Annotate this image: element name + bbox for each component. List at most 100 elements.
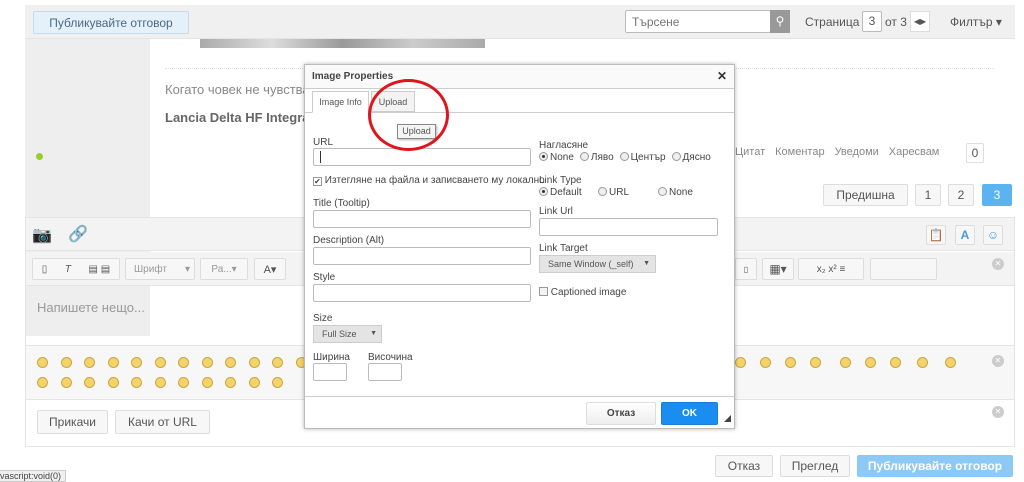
comment-link[interactable]: Коментар	[775, 146, 824, 158]
emoji-icon[interactable]	[248, 377, 260, 388]
toolbar-blank[interactable]	[870, 258, 937, 280]
emoji-icon[interactable]	[735, 357, 746, 368]
close-toolbar-icon[interactable]: ✕	[992, 258, 1004, 270]
post-reply-button[interactable]: Публикувайте отговор	[33, 11, 189, 34]
emoji-icon[interactable]	[272, 357, 283, 368]
align-left-radio[interactable]: Ляво	[579, 152, 614, 163]
emoji-icon[interactable]	[84, 357, 95, 368]
emoji-icon[interactable]	[917, 357, 928, 368]
emoji-icon[interactable]	[154, 357, 166, 368]
title-input[interactable]	[313, 210, 531, 228]
emoji-icon[interactable]	[272, 377, 283, 388]
search-input[interactable]	[625, 10, 771, 33]
camera-icon[interactable]: 📷	[32, 225, 52, 245]
url-label: URL	[313, 137, 334, 148]
close-icon[interactable]: ✕	[717, 69, 727, 83]
link-url-input[interactable]	[539, 218, 718, 236]
size-dropdown[interactable]: Ра... ▾	[200, 258, 248, 280]
size-select[interactable]: Full Size ▼	[313, 325, 382, 343]
caret-right-icon: ▶	[920, 17, 927, 26]
pagination-page-2[interactable]: 2	[948, 184, 974, 206]
emoji-icon[interactable]	[201, 377, 213, 388]
description-input[interactable]	[313, 247, 531, 265]
emoji-icon[interactable]	[178, 357, 189, 368]
download-local-checkbox[interactable]: ✔ Изтегляне на файла и записването му ло…	[313, 175, 545, 186]
page-prev-next[interactable]: ◀▶	[910, 11, 930, 32]
height-input[interactable]	[368, 363, 402, 381]
page-of: от 3	[885, 15, 907, 29]
font-color-icon[interactable]: A	[955, 225, 975, 245]
table-button[interactable]: ▦▾	[762, 258, 794, 280]
align-none-radio[interactable]: None	[539, 152, 574, 163]
paste-text-button[interactable]: ▯	[735, 258, 757, 280]
align-right-radio[interactable]: Дясно	[671, 152, 711, 163]
emoji-icon[interactable]	[785, 357, 796, 368]
emoji-icon[interactable]	[890, 357, 901, 368]
emoji-icon[interactable]	[37, 357, 48, 368]
emoji-icon[interactable]	[840, 357, 851, 368]
attach-button[interactable]: Прикачи	[37, 410, 108, 434]
subsup-buttons[interactable]: x₂ x² ≡	[798, 258, 864, 280]
page-input[interactable]: 3	[862, 11, 882, 32]
tab-image-info[interactable]: Image Info	[312, 91, 369, 113]
align-center-radio[interactable]: Център	[619, 152, 666, 163]
notify-link[interactable]: Уведоми	[835, 146, 879, 158]
clipboard-icon[interactable]: 📋	[926, 225, 946, 245]
style-input[interactable]	[313, 284, 531, 302]
checkbox-checked-icon: ✔	[313, 177, 322, 186]
emoji-icon[interactable]	[131, 377, 142, 388]
emoji-icon[interactable]	[60, 357, 72, 368]
url-input[interactable]	[313, 148, 531, 166]
emoji-icon[interactable]	[60, 377, 72, 388]
emoji-icon[interactable]	[131, 357, 142, 368]
linktype-url-radio[interactable]: URL	[598, 187, 629, 198]
emoji-icon[interactable]	[84, 377, 95, 388]
captioned-image-checkbox[interactable]: Captioned image	[539, 287, 626, 298]
emoji-icon[interactable]	[37, 377, 48, 388]
upload-from-url-button[interactable]: Качи от URL	[115, 410, 210, 434]
emoji-icon[interactable]	[810, 357, 821, 368]
emoji-icon[interactable]	[225, 357, 236, 368]
emoji-icon[interactable]	[945, 357, 956, 368]
search-icon: ⚲	[775, 14, 785, 28]
smiley-icon[interactable]: ☺	[983, 225, 1003, 245]
quote-link[interactable]: Цитат	[735, 146, 765, 158]
resize-handle-icon[interactable]	[724, 415, 731, 422]
editor-placeholder[interactable]: Напишете нещо...	[37, 300, 145, 315]
text-color-button[interactable]: A▾	[254, 258, 286, 280]
link-target-select[interactable]: Same Window (_self) ▼	[539, 255, 656, 273]
link-icon[interactable]: 🔗	[68, 224, 88, 244]
close-emoji-icon[interactable]: ✕	[992, 355, 1004, 367]
font-dropdown[interactable]: Шрифт ▾	[125, 258, 195, 280]
emoji-icon[interactable]	[107, 357, 119, 368]
pagination-page-1[interactable]: 1	[915, 184, 941, 206]
linktype-default-radio[interactable]: Default	[539, 187, 582, 198]
emoji-icon[interactable]	[248, 357, 260, 368]
like-link[interactable]: Харесвам	[889, 146, 940, 158]
emoji-icon[interactable]	[225, 377, 236, 388]
close-attach-icon[interactable]: ✕	[992, 406, 1004, 418]
emoji-icon[interactable]	[178, 377, 189, 388]
emoji-icon[interactable]	[201, 357, 213, 368]
emoji-icon[interactable]	[865, 357, 876, 368]
filter-dropdown[interactable]: Филтър ▾	[950, 15, 1002, 29]
linktype-none-radio[interactable]: None	[658, 187, 693, 198]
dialog-cancel-button[interactable]: Отказ	[586, 402, 656, 425]
preview-button[interactable]: Преглед	[780, 455, 850, 477]
toolbar-doc-buttons[interactable]: ▯ T ▤ ▤	[32, 258, 120, 280]
width-label: Ширина	[313, 352, 350, 363]
emoji-icon[interactable]	[154, 377, 166, 388]
align-label: Нагласяне	[539, 140, 589, 151]
size-label: Size	[313, 313, 333, 324]
pagination-prev[interactable]: Предишна	[823, 184, 908, 206]
emoji-icon[interactable]	[760, 357, 771, 368]
emoji-icon[interactable]	[107, 377, 119, 388]
like-count: 0	[966, 143, 984, 163]
pagination-page-3[interactable]: 3	[982, 184, 1012, 206]
search-button[interactable]: ⚲	[770, 10, 790, 33]
captioned-label: Captioned image	[550, 287, 627, 298]
publish-button[interactable]: Публикувайте отговор	[857, 455, 1013, 477]
dialog-ok-button[interactable]: OK	[661, 402, 718, 425]
cancel-button[interactable]: Отказ	[715, 455, 773, 477]
width-input[interactable]	[313, 363, 347, 381]
